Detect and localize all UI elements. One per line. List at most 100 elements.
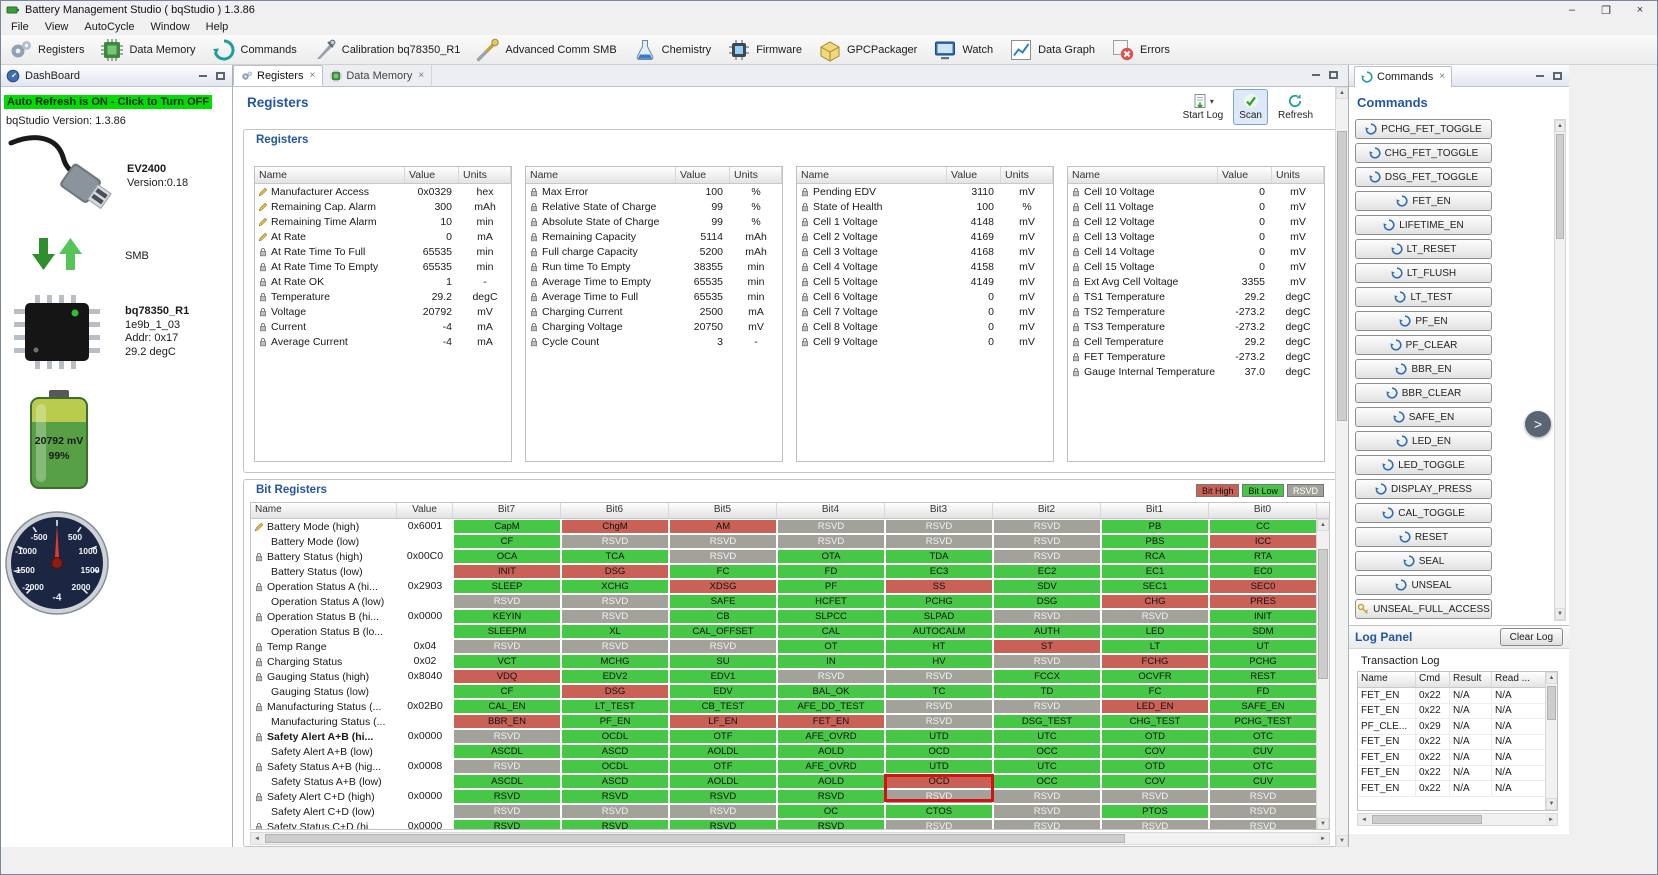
menu-help[interactable]: Help	[198, 20, 237, 34]
auto-refresh-toggle[interactable]: Auto Refresh is ON - Click to Turn OFF	[4, 95, 213, 109]
bit-register-row[interactable]: Operation Status B (lo... SLEEPM XL CAL_OFF…	[251, 624, 1329, 639]
bit-register-row[interactable]: Operation Status A (hi... 0x2903 SLEEP XCHG…	[251, 579, 1329, 594]
scroll-up-icon[interactable]: ▲	[1555, 120, 1565, 132]
register-row[interactable]: TS1 Temperature 29.2 degC	[1068, 289, 1324, 304]
bit-register-row[interactable]: Gauging Status (low) CF DSG EDV BAL_OK TC TD FC…	[251, 684, 1329, 699]
tab-registers[interactable]: Registers ×	[233, 65, 324, 86]
log-row[interactable]: FET_EN 0x22 N/A N/A	[1358, 765, 1557, 781]
register-row[interactable]: TS3 Temperature -273.2 degC	[1068, 319, 1324, 334]
bit-register-row[interactable]: Battery Status (low) INIT DSG FC FD EC3 EC2 EC1…	[251, 564, 1329, 579]
register-row[interactable]: Cell 10 Voltage 0 mV	[1068, 184, 1324, 199]
register-row[interactable]: Cell 9 Voltage 0 mV	[797, 334, 1053, 349]
register-row[interactable]: At Rate OK 1 -	[255, 274, 511, 289]
tab-close-icon[interactable]: ×	[418, 70, 424, 81]
log-row[interactable]: FET_EN 0x22 N/A N/A	[1358, 781, 1557, 797]
command-lifetime-en[interactable]: LIFETIME_EN	[1355, 215, 1492, 235]
toolbar-item-data-memory[interactable]: Data Memory	[100, 36, 196, 64]
register-row[interactable]: Max Error 100%	[526, 184, 782, 199]
toolbar-item-watch[interactable]: Watch	[933, 36, 993, 64]
scrollbar-thumb[interactable]	[1318, 549, 1328, 679]
toolbar-item-commands[interactable]: Commands	[212, 36, 297, 64]
bit-register-row[interactable]: Safety Status A+B (low) ASCDL ASCD AOLDL AOL…	[251, 774, 1329, 789]
scroll-down-icon[interactable]: ▼	[1546, 798, 1557, 810]
bit-register-row[interactable]: Safety Alert A+B (hi... 0x0000 RSVD OCDL OTF…	[251, 729, 1329, 744]
register-row[interactable]: Remaining Capacity 5114 mAh	[526, 229, 782, 244]
toolbar-item-chemistry[interactable]: Chemistry	[633, 36, 711, 64]
register-row[interactable]: FET Temperature -273.2 degC	[1068, 349, 1324, 364]
register-row[interactable]: Cell 8 Voltage 0 mV	[797, 319, 1053, 334]
command-seal[interactable]: SEAL	[1355, 551, 1492, 571]
log-row[interactable]: FET_EN 0x22 N/A N/A	[1358, 734, 1557, 750]
register-row[interactable]: Voltage 20792 mV	[255, 304, 511, 319]
minimize-button[interactable]: –	[1555, 1, 1589, 19]
command-unseal-full-access[interactable]: UNSEAL_FULL_ACCESS	[1355, 599, 1492, 619]
register-row[interactable]: Average Current -4 mA	[255, 334, 511, 349]
log-vertical-scrollbar[interactable]: ▲ ▼	[1545, 672, 1557, 810]
command-unseal[interactable]: UNSEAL	[1355, 575, 1492, 595]
command-bbr-en[interactable]: BBR_EN	[1355, 359, 1492, 379]
bit-table-horizontal-scrollbar[interactable]: ◄ ►	[250, 832, 1330, 845]
editor-vertical-scrollbar[interactable]: ▲ ▼	[1335, 87, 1348, 847]
bit-register-row[interactable]: Charging Status 0x02 VCT MCHG SU IN HV RSVD FCHG…	[251, 654, 1329, 669]
command-cal-toggle[interactable]: CAL_TOGGLE	[1355, 503, 1492, 523]
toolbar-item-calibration-bq78350-r1[interactable]: Calibration bq78350_R1	[313, 36, 460, 64]
register-row[interactable]: Gauge Internal Temperature 37.0 degC	[1068, 364, 1324, 379]
log-row[interactable]: FET_EN 0x22 N/A N/A	[1358, 703, 1557, 719]
command-led-en[interactable]: LED_EN	[1355, 431, 1492, 451]
command-led-toggle[interactable]: LED_TOGGLE	[1355, 455, 1492, 475]
bit-register-row[interactable]: Safety Alert A+B (low) ASCDL ASCD AOLDL AOLD…	[251, 744, 1329, 759]
scroll-down-icon[interactable]: ▼	[1555, 608, 1565, 620]
toolbar-item-firmware[interactable]: Firmware	[727, 36, 802, 64]
register-row[interactable]: Manufacturer Access 0x0329 hex	[255, 184, 511, 199]
register-row[interactable]: Cycle Count 3 -	[526, 334, 782, 349]
register-row[interactable]: Pending EDV 3110 mV	[797, 184, 1053, 199]
toolbar-item-gpcpackager[interactable]: GPCPackager	[818, 36, 917, 64]
maximize-button[interactable]: ❐	[1589, 1, 1623, 19]
log-row[interactable]: PF_CLE... 0x29 N/A N/A	[1358, 719, 1557, 735]
editor-minimize-icon[interactable]	[1309, 69, 1322, 82]
register-row[interactable]: Cell 4 Voltage 4158 mV	[797, 259, 1053, 274]
scroll-up-icon[interactable]: ▲	[1317, 519, 1329, 531]
scroll-left-icon[interactable]: ◄	[251, 833, 263, 844]
register-row[interactable]: Temperature 29.2 degC	[255, 289, 511, 304]
register-row[interactable]: Full charge Capacity 5200 mAh	[526, 244, 782, 259]
refresh-button[interactable]: Refresh	[1272, 89, 1319, 125]
register-row[interactable]: State of Health 100%	[797, 199, 1053, 214]
toolbar-item-advanced-comm-smb[interactable]: Advanced Comm SMB	[476, 36, 617, 64]
log-horizontal-scrollbar[interactable]: ◄ ►	[1357, 813, 1558, 826]
scrollbar-thumb[interactable]	[1372, 815, 1482, 824]
log-row[interactable]: FET_EN 0x22 N/A N/A	[1358, 750, 1557, 766]
commands-tab[interactable]: Commands ×	[1354, 65, 1453, 87]
toolbar-item-registers[interactable]: Registers	[9, 36, 84, 64]
bit-register-row[interactable]: Manufacturing Status (... 0x02B0 CAL_EN LT_…	[251, 699, 1329, 714]
command-chg-fet-toggle[interactable]: CHG_FET_TOGGLE	[1355, 143, 1492, 163]
register-row[interactable]: Cell 11 Voltage 0 mV	[1068, 199, 1324, 214]
command-lt-reset[interactable]: LT_RESET	[1355, 239, 1492, 259]
command-bbr-clear[interactable]: BBR_CLEAR	[1355, 383, 1492, 403]
register-row[interactable]: Average Time to Empty 65535 min	[526, 274, 782, 289]
register-row[interactable]: Average Time to Full 65535 min	[526, 289, 782, 304]
bit-register-row[interactable]: Safety Status C+D (hi... 0x0000 RSVD RSVD RS…	[251, 819, 1329, 829]
bit-table-vertical-scrollbar[interactable]: ▲ ▼	[1316, 519, 1329, 829]
register-row[interactable]: Cell 15 Voltage 0 mV	[1068, 259, 1324, 274]
panel-maximize-icon[interactable]	[1551, 69, 1564, 82]
command-pf-en[interactable]: PF_EN	[1355, 311, 1492, 331]
bit-register-row[interactable]: Operation Status B (hi... 0x0000 KEYIN RSVD…	[251, 609, 1329, 624]
command-lt-flush[interactable]: LT_FLUSH	[1355, 263, 1492, 283]
menu-window[interactable]: Window	[143, 20, 198, 34]
register-row[interactable]: Cell Temperature 29.2 degC	[1068, 334, 1324, 349]
toolbar-item-errors[interactable]: Errors	[1111, 36, 1170, 64]
register-row[interactable]: Cell 3 Voltage 4168 mV	[797, 244, 1053, 259]
bit-register-row[interactable]: Manufacturing Status (... BBR_EN PF_EN LF_E…	[251, 714, 1329, 729]
register-row[interactable]: Cell 6 Voltage 0 mV	[797, 289, 1053, 304]
scroll-up-icon[interactable]: ▲	[1546, 672, 1557, 684]
command-pf-clear[interactable]: PF_CLEAR	[1355, 335, 1492, 355]
log-row[interactable]: FET_EN 0x22 N/A N/A	[1358, 688, 1557, 704]
start-log-button[interactable]: ▾ Start Log	[1177, 89, 1230, 125]
register-row[interactable]: Cell 13 Voltage 0 mV	[1068, 229, 1324, 244]
register-row[interactable]: Charging Current 2500 mA	[526, 304, 782, 319]
register-row[interactable]: Cell 12 Voltage 0 mV	[1068, 214, 1324, 229]
panel-maximize-icon[interactable]	[214, 69, 227, 82]
menu-view[interactable]: View	[37, 20, 77, 34]
scroll-left-icon[interactable]: ◄	[1358, 814, 1370, 825]
